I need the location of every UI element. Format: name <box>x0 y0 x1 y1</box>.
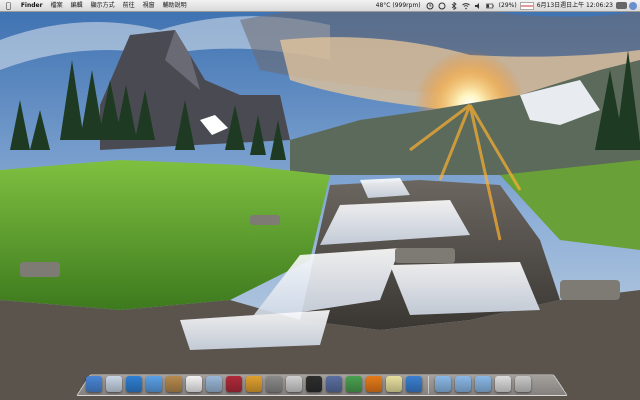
apple-menu-icon[interactable]:  <box>0 0 17 11</box>
wifi-icon[interactable] <box>460 2 472 10</box>
temperature-status[interactable]: 48°C (999rpm) <box>373 0 424 11</box>
menu-edit[interactable]: 編輯 <box>67 0 87 11</box>
dock-terminal-icon[interactable] <box>306 376 322 392</box>
dock-dictionary-icon[interactable] <box>326 376 342 392</box>
input-flag-icon[interactable] <box>519 1 534 10</box>
dock-app-store-icon[interactable] <box>406 376 422 392</box>
menu-file[interactable]: 檔案 <box>47 0 67 11</box>
clock[interactable]: 6月13日週日上午 12:06:23 <box>534 0 616 11</box>
dock-script-editor-icon[interactable] <box>286 376 302 392</box>
dock-mail-icon[interactable] <box>495 376 511 392</box>
bluetooth-icon[interactable] <box>448 1 460 10</box>
dock-ical-icon[interactable] <box>186 376 202 392</box>
dock <box>84 372 564 396</box>
menu-bar:  Finder 檔案 編輯 顯示方式 前往 視窗 輔助說明 48°C (999… <box>0 0 640 12</box>
battery-percent[interactable]: (29%) <box>496 0 520 11</box>
dock-system-preferences-icon[interactable] <box>266 376 282 392</box>
desktop-wallpaper <box>0 0 640 400</box>
dock-safari-icon[interactable] <box>126 376 142 392</box>
spotlight-icon[interactable] <box>629 1 637 10</box>
dock-iphoto-icon[interactable] <box>206 376 222 392</box>
battery-icon[interactable] <box>484 2 496 10</box>
desktop:  Finder 檔案 編輯 顯示方式 前往 視窗 輔助說明 48°C (999… <box>0 0 640 400</box>
dock-folder-documents-icon[interactable] <box>455 376 471 392</box>
dock-ichat-icon[interactable] <box>146 376 162 392</box>
menu-help[interactable]: 輔助說明 <box>159 0 191 11</box>
time-machine-icon[interactable] <box>424 2 436 10</box>
dock-photo-booth-icon[interactable] <box>246 376 262 392</box>
dock-trash-icon[interactable] <box>515 376 531 392</box>
menu-window[interactable]: 視窗 <box>139 0 159 11</box>
dock-itunes-icon[interactable] <box>226 376 242 392</box>
dock-firefox-icon[interactable] <box>366 376 382 392</box>
volume-icon[interactable] <box>472 2 484 10</box>
dock-address-book-icon[interactable] <box>166 376 182 392</box>
dock-preview-icon[interactable] <box>106 376 122 392</box>
dock-stickies-icon[interactable] <box>386 376 402 392</box>
dock-folder-applications-icon[interactable] <box>435 376 451 392</box>
user-icon[interactable] <box>616 2 627 9</box>
menu-go[interactable]: 前往 <box>119 0 139 11</box>
dock-finder-icon[interactable] <box>86 376 102 392</box>
app-menu-finder[interactable]: Finder <box>17 0 47 11</box>
dock-folder-downloads-icon[interactable] <box>475 376 491 392</box>
dock-separator <box>428 376 429 394</box>
menu-view[interactable]: 顯示方式 <box>87 0 119 11</box>
dock-activity-monitor-icon[interactable] <box>346 376 362 392</box>
sync-icon[interactable] <box>436 2 448 10</box>
